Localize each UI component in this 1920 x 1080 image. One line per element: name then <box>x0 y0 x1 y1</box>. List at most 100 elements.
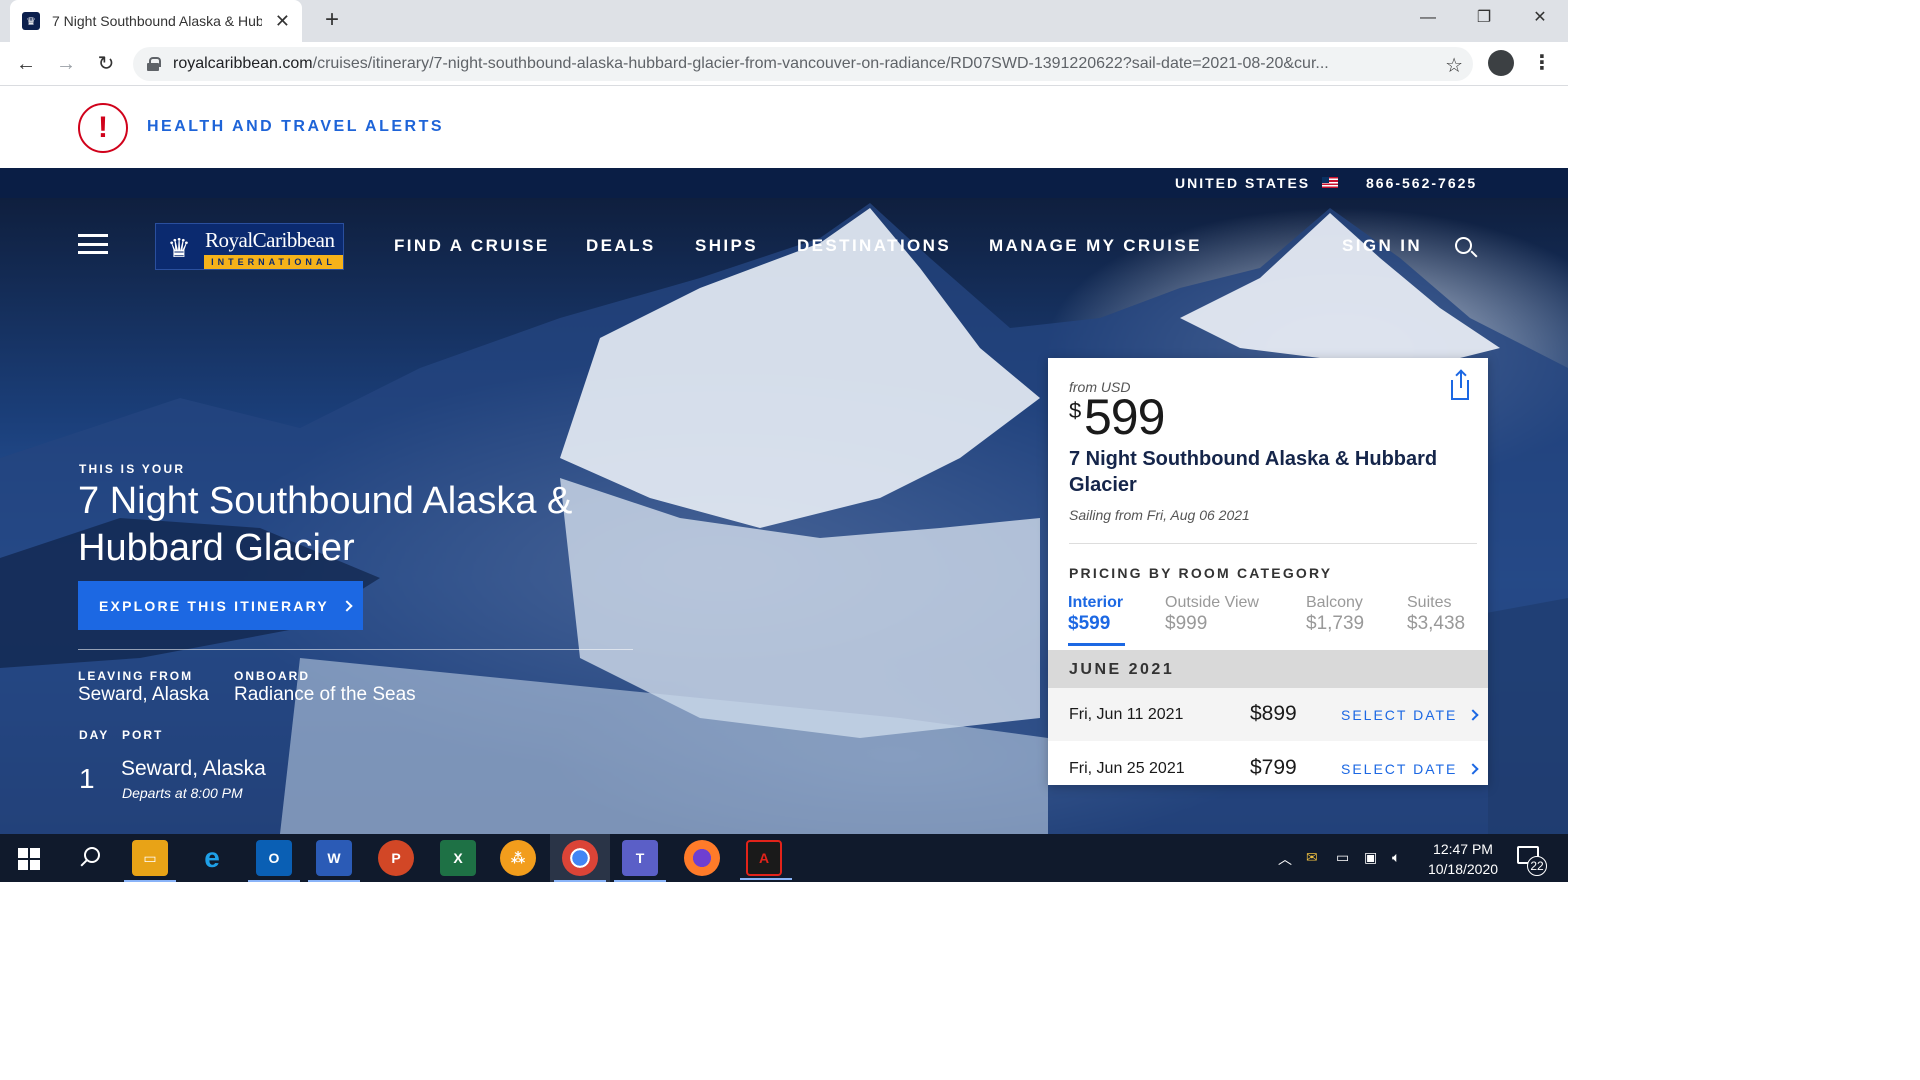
sail-price: $799 <box>1250 756 1297 779</box>
nav-ships[interactable]: SHIPS <box>695 236 758 256</box>
nav-sign-in[interactable]: SIGN IN <box>1342 236 1422 256</box>
utility-bar: UNITED STATES 866-562-7625 <box>0 168 1568 198</box>
tab-title: 7 Night Southbound Alaska & Hubbard Glac… <box>52 13 262 29</box>
port-name: Seward, Alaska <box>121 757 266 780</box>
us-flag-icon <box>1322 177 1338 188</box>
lock-icon <box>147 57 161 71</box>
hero-eyebrow: THIS IS YOUR <box>79 462 186 476</box>
date-row[interactable]: Fri, Jun 11 2021 $899 SELECT DATE <box>1048 688 1488 741</box>
day-column-label: DAY <box>79 728 110 742</box>
explore-itinerary-button[interactable]: EXPLORE THIS ITINERARY <box>78 581 363 630</box>
select-date-button[interactable]: SELECT DATE <box>1341 707 1480 723</box>
phone-number[interactable]: 866-562-7625 <box>1366 175 1477 191</box>
chevron-right-icon <box>1467 763 1480 775</box>
health-alert-bar[interactable]: ! HEALTH AND TRAVEL ALERTS <box>0 86 1568 168</box>
orange-app-icon[interactable]: ⁂ <box>500 840 536 876</box>
url-text[interactable]: royalcaribbean.com/cruises/itinerary/7-n… <box>173 55 1428 73</box>
taskbar-search-icon[interactable] <box>84 847 100 863</box>
profile-avatar-icon[interactable] <box>1488 50 1514 76</box>
share-icon[interactable] <box>1451 372 1469 400</box>
browser-menu-icon[interactable]: ⋮ <box>1532 50 1552 75</box>
tab-balcony[interactable]: Balcony $1,739 <box>1306 594 1364 635</box>
port-column-label: PORT <box>122 728 164 742</box>
network-icon[interactable]: ▣ <box>1364 849 1377 866</box>
onboard-value: Radiance of the Seas <box>234 684 416 705</box>
url-path: /cruises/itinerary/7-night-southbound-al… <box>312 55 1329 72</box>
back-button[interactable]: ← <box>12 50 40 78</box>
file-explorer-icon[interactable]: ▭ <box>124 840 176 882</box>
address-bar[interactable]: royalcaribbean.com/cruises/itinerary/7-n… <box>133 47 1473 81</box>
notification-count: 22 <box>1527 856 1547 876</box>
nav-deals[interactable]: DEALS <box>586 236 656 256</box>
chevron-right-icon <box>1467 709 1480 721</box>
active-tab-indicator <box>1068 643 1125 646</box>
category-price: $1,739 <box>1306 613 1365 634</box>
clock-time: 12:47 PM <box>1433 841 1493 857</box>
close-tab-icon[interactable]: ✕ <box>275 11 290 32</box>
search-icon[interactable] <box>1455 237 1472 254</box>
logo-subtitle: INTERNATIONAL <box>204 255 343 269</box>
restore-button[interactable]: ❐ <box>1456 0 1512 36</box>
crown-anchor-icon: ♛ <box>167 233 191 263</box>
tab-suites[interactable]: Suites $3,438 <box>1407 594 1465 635</box>
alert-link[interactable]: HEALTH AND TRAVEL ALERTS <box>147 118 444 136</box>
clock-date: 10/18/2020 <box>1427 861 1499 877</box>
battery-icon[interactable]: ▭ <box>1336 849 1349 866</box>
bookmark-star-icon[interactable]: ☆ <box>1445 53 1463 78</box>
currency-symbol: $ <box>1069 398 1082 423</box>
month-label: JUNE 2021 <box>1069 661 1175 678</box>
category-price: $3,438 <box>1407 613 1466 634</box>
url-domain: royalcaribbean.com <box>173 55 313 72</box>
new-tab-button[interactable]: + <box>318 6 346 34</box>
acrobat-icon[interactable]: A <box>740 840 792 880</box>
sailing-date: Sailing from Fri, Aug 06 2021 <box>1069 507 1250 523</box>
month-header: JUNE 2021 <box>1048 650 1488 688</box>
powerpoint-icon[interactable]: P <box>378 840 414 876</box>
mail-tray-icon[interactable]: ✉ <box>1306 849 1318 866</box>
outlook-icon[interactable]: O <box>248 840 300 882</box>
sail-price: $899 <box>1250 702 1297 725</box>
nav-manage-my-cruise[interactable]: MANAGE MY CRUISE <box>989 236 1202 256</box>
exclamation-icon: ! <box>78 103 128 153</box>
start-pane <box>18 860 28 870</box>
category-price: $999 <box>1165 613 1208 634</box>
forward-button[interactable]: → <box>52 50 80 78</box>
minimize-button[interactable]: — <box>1400 0 1456 36</box>
internet-explorer-icon[interactable]: e <box>194 840 230 876</box>
word-icon[interactable]: W <box>308 840 360 882</box>
nav-destinations[interactable]: DESTINATIONS <box>797 236 951 256</box>
windows-taskbar: ▭ e O W P X ⁂ T A ︿ ✉ ▭ ▣ 🔈︎ 12:47 PM 10… <box>0 834 1568 882</box>
teams-icon[interactable]: T <box>614 840 666 882</box>
start-pane <box>30 860 40 870</box>
taskbar-clock[interactable]: 12:47 PM 10/18/2020 <box>1418 839 1508 879</box>
show-hidden-icons-icon[interactable]: ︿ <box>1278 849 1292 869</box>
royal-caribbean-logo[interactable]: ♛ RoyalCaribbean INTERNATIONAL <box>155 223 344 270</box>
category-name: Balcony <box>1306 594 1363 611</box>
chrome-icon[interactable] <box>554 840 606 882</box>
excel-icon[interactable]: X <box>440 840 476 876</box>
select-date-button[interactable]: SELECT DATE <box>1341 761 1480 777</box>
close-window-button[interactable]: ✕ <box>1512 0 1568 36</box>
browser-tab[interactable]: ♛ 7 Night Southbound Alaska & Hubbard Gl… <box>10 0 302 42</box>
country-selector[interactable]: UNITED STATES <box>1175 175 1310 191</box>
browser-tab-bar: ♛ 7 Night Southbound Alaska & Hubbard Gl… <box>0 0 1568 42</box>
tab-interior[interactable]: Interior $599 <box>1068 594 1123 635</box>
pricing-card: from USD $ 599 7 Night Southbound Alaska… <box>1048 358 1488 785</box>
category-name: Outside View <box>1165 594 1259 611</box>
volume-icon[interactable]: 🔈︎ <box>1392 849 1400 866</box>
tab-outside-view[interactable]: Outside View $999 <box>1165 594 1259 635</box>
sail-date: Fri, Jun 25 2021 <box>1069 760 1185 777</box>
firefox-icon[interactable] <box>684 840 720 876</box>
cruise-title: 7 Night Southbound Alaska & Hubbard Glac… <box>1069 448 1438 496</box>
start-pane <box>18 848 28 858</box>
nav-find-cruise[interactable]: FIND A CRUISE <box>394 236 550 256</box>
reload-button[interactable]: ↻ <box>92 50 120 78</box>
onboard-label: ONBOARD <box>234 669 310 683</box>
windows-start-icon[interactable] <box>18 848 40 870</box>
hamburger-menu-icon[interactable] <box>78 234 108 254</box>
port-departure-time: Departs at 8:00 PM <box>122 785 243 801</box>
category-name: Suites <box>1407 594 1452 611</box>
date-row[interactable]: Fri, Jun 25 2021 $799 SELECT DATE <box>1048 742 1488 785</box>
category-price: $599 <box>1068 613 1111 634</box>
chevron-right-icon <box>341 599 353 612</box>
